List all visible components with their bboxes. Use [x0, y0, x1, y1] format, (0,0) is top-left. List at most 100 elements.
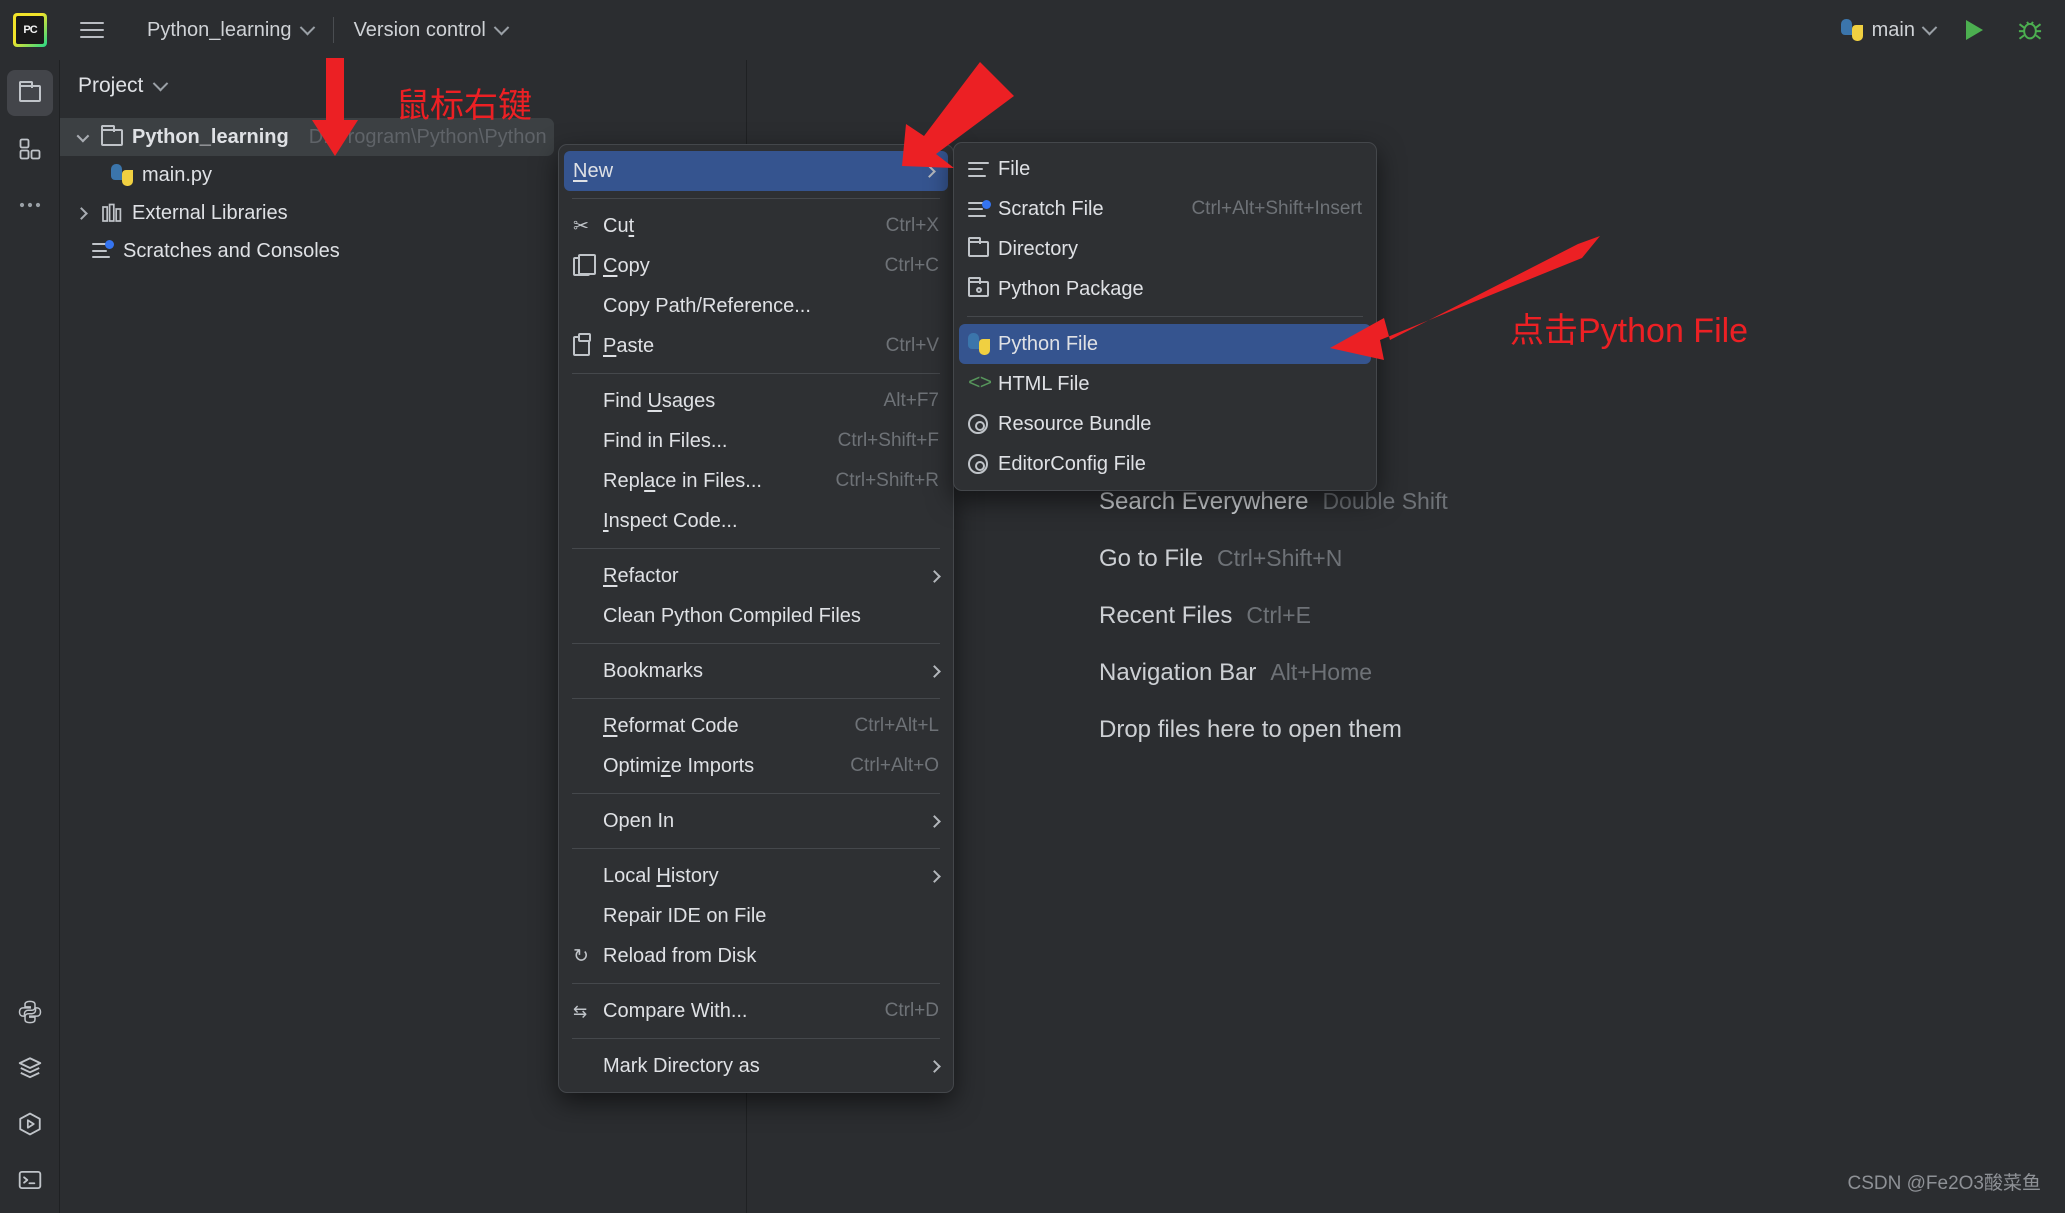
menu-item-compare-with[interactable]: ⇆ Compare With... Ctrl+D — [559, 991, 953, 1031]
tree-item-label: main.py — [142, 163, 213, 186]
sidebar-item-python-console[interactable] — [7, 989, 53, 1035]
menu-item-bookmarks[interactable]: Bookmarks — [559, 651, 953, 691]
run-configuration-selector[interactable]: main — [1840, 19, 1938, 42]
expand-arrow-icon[interactable] — [70, 206, 92, 220]
expand-arrow-icon[interactable] — [70, 129, 92, 142]
menu-item-inspect-code[interactable]: Inspect Code... — [559, 501, 953, 541]
menu-separator — [572, 793, 940, 794]
submenu-item-scratch-file[interactable]: Scratch File Ctrl+Alt+Shift+Insert — [954, 189, 1376, 229]
annotation-arrow-to-new — [902, 62, 1014, 168]
menu-separator — [572, 643, 940, 644]
menu-item-find-usages[interactable]: Find Usages Alt+F7 — [559, 381, 953, 421]
hint-label: Drop files here to open them — [1099, 716, 1402, 743]
submenu-item-file[interactable]: File — [954, 149, 1376, 189]
annotation-click-python-file: 点击Python File — [1510, 312, 1749, 350]
menu-item-label: Copy Path/Reference... — [603, 294, 811, 317]
hint-label: Search Everywhere — [1099, 488, 1309, 515]
python-file-icon — [968, 333, 998, 355]
submenu-item-python-package[interactable]: Python Package — [954, 269, 1376, 309]
menu-item-label: Reload from Disk — [603, 944, 757, 967]
chevron-down-icon — [153, 75, 169, 91]
paste-icon — [573, 333, 603, 356]
scratches-icon — [92, 240, 114, 259]
hint-label: Go to File — [1099, 545, 1204, 572]
menu-item-shortcut: Ctrl+Shift+F — [837, 430, 939, 451]
reload-icon: ↻ — [573, 945, 589, 967]
menu-item-local-history[interactable]: Local History — [559, 856, 953, 896]
menu-item-mark-directory-as[interactable]: Mark Directory as — [559, 1046, 953, 1086]
menu-item-label: Compare With... — [603, 999, 748, 1022]
menu-item-label: Reformat Code — [603, 714, 739, 737]
menu-item-reformat-code[interactable]: Reformat Code Ctrl+Alt+L — [559, 706, 953, 746]
menu-item-reload-from-disk[interactable]: ↻ Reload from Disk — [559, 936, 953, 976]
package-folder-icon — [968, 277, 998, 297]
hint-search-everywhere: Search Everywhere Double Shift — [1099, 488, 1448, 516]
structure-squares-icon — [19, 138, 40, 160]
folder-icon — [18, 80, 41, 102]
chevron-right-icon — [928, 1059, 941, 1073]
menu-item-optimize-imports[interactable]: Optimize Imports Ctrl+Alt+O — [559, 746, 953, 786]
menu-item-copy[interactable]: Copy Ctrl+C — [559, 246, 953, 286]
menu-separator — [572, 983, 940, 984]
terminal-icon — [18, 1170, 42, 1190]
submenu-item-directory[interactable]: Directory — [954, 229, 1376, 269]
menu-item-clean-python-compiled-files[interactable]: Clean Python Compiled Files — [559, 596, 953, 636]
sidebar-item-structure[interactable] — [7, 126, 53, 172]
menu-item-open-in[interactable]: Open In — [559, 801, 953, 841]
submenu-item-python-file[interactable]: Python File — [959, 324, 1371, 364]
hint-navigation-bar: Navigation Bar Alt+Home — [1099, 659, 1448, 687]
context-menu: New ✂ Cut Ctrl+X Copy Ctrl+C Copy Path/R… — [558, 144, 954, 1093]
left-rail-bottom-group — [0, 979, 60, 1203]
menu-item-cut[interactable]: ✂ Cut Ctrl+X — [559, 206, 953, 246]
menu-item-shortcut: Ctrl+Alt+O — [850, 755, 939, 776]
version-control-dropdown[interactable]: Version control — [348, 15, 513, 46]
menu-item-copy-path-reference[interactable]: Copy Path/Reference... — [559, 286, 953, 326]
menu-separator — [572, 373, 940, 374]
sidebar-item-run[interactable] — [7, 1101, 53, 1147]
submenu-item-editorconfig-file[interactable]: EditorConfig File — [954, 444, 1376, 484]
menu-item-shortcut: Ctrl+Alt+Shift+Insert — [1191, 198, 1362, 219]
tree-item-label: External Libraries — [132, 201, 288, 224]
debug-bug-icon — [2018, 21, 2042, 40]
page-title: Project — [78, 74, 144, 97]
menu-item-repair-ide-on-file[interactable]: Repair IDE on File — [559, 896, 953, 936]
scissors-icon: ✂ — [573, 215, 589, 237]
menu-item-paste[interactable]: Paste Ctrl+V — [559, 326, 953, 366]
run-button[interactable] — [1957, 13, 1991, 47]
menu-item-label: Repair IDE on File — [603, 904, 767, 927]
submenu-item-resource-bundle[interactable]: Resource Bundle — [954, 404, 1376, 444]
ellipsis-icon — [19, 202, 40, 208]
toolbar-divider — [332, 17, 334, 43]
layers-icon — [18, 1057, 42, 1079]
chevron-down-icon — [299, 19, 315, 35]
menu-item-label: Refactor — [603, 564, 679, 587]
tree-item-label: Python_learning — [132, 125, 289, 148]
chevron-right-icon — [928, 569, 941, 583]
menu-item-label: Find in Files... — [603, 429, 728, 452]
sidebar-item-project[interactable] — [6, 70, 53, 116]
hint-shortcut: Alt+Home — [1270, 659, 1373, 685]
hint-shortcut: Double Shift — [1322, 488, 1448, 514]
gear-icon — [968, 454, 998, 474]
menu-item-label: Python File — [998, 332, 1099, 355]
sidebar-item-more[interactable] — [7, 182, 53, 228]
hint-shortcut: Ctrl+E — [1246, 602, 1311, 628]
menu-item-find-in-files[interactable]: Find in Files... Ctrl+Shift+F — [559, 421, 953, 461]
sidebar-item-terminal[interactable] — [7, 1157, 53, 1203]
menu-item-replace-in-files[interactable]: Replace in Files... Ctrl+Shift+R — [559, 461, 953, 501]
submenu-item-html-file[interactable]: <> HTML File — [954, 364, 1376, 404]
project-name-dropdown[interactable]: Python_learning — [141, 15, 319, 46]
chevron-right-icon — [928, 869, 941, 883]
new-submenu: File Scratch File Ctrl+Alt+Shift+Insert … — [953, 142, 1377, 491]
menu-item-label: Cut — [603, 214, 635, 237]
menu-item-shortcut: Ctrl+C — [884, 255, 939, 276]
pycharm-logo-text: PC — [16, 16, 44, 44]
menu-item-label: Paste — [603, 334, 655, 357]
hint-shortcut: Ctrl+Shift+N — [1217, 545, 1343, 571]
hamburger-menu-icon[interactable] — [75, 13, 109, 47]
debug-button[interactable] — [2013, 13, 2047, 47]
sidebar-item-services[interactable] — [7, 1045, 53, 1091]
menu-item-shortcut: Alt+F7 — [883, 390, 939, 411]
menu-item-shortcut: Ctrl+Alt+L — [854, 715, 939, 736]
menu-item-refactor[interactable]: Refactor — [559, 556, 953, 596]
